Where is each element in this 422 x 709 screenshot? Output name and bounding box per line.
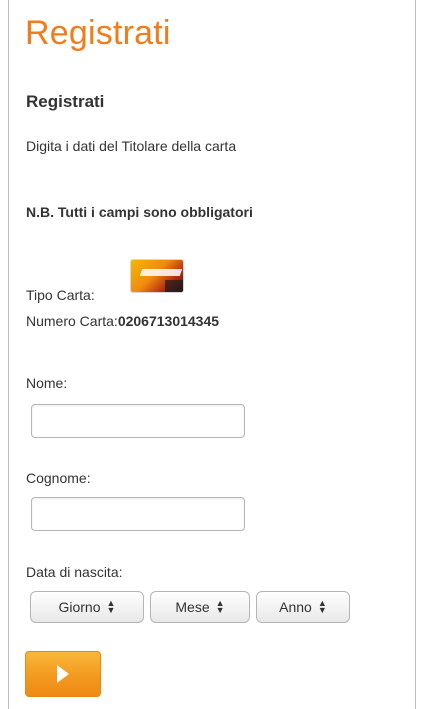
surname-label: Cognome: [26, 470, 91, 486]
select-arrows-icon: ▲ ▼ [317, 598, 327, 615]
card-number-value: 0206713014345 [117, 313, 220, 329]
day-select-value: Giorno [58, 599, 101, 615]
card-image [130, 259, 184, 293]
birthdate-label: Data di nascita: [26, 564, 123, 580]
birthdate-selects: Giorno ▲ ▼ Mese ▲ ▼ Anno ▲ ▼ [30, 591, 370, 623]
card-number-row: Numero Carta:0206713014345 [26, 313, 219, 329]
surname-input[interactable] [31, 497, 245, 531]
page-title: Registrati [25, 14, 171, 52]
month-select-value: Mese [175, 599, 210, 615]
year-select[interactable]: Anno ▲ ▼ [256, 591, 350, 623]
name-input[interactable] [31, 404, 245, 438]
day-select[interactable]: Giorno ▲ ▼ [30, 591, 144, 623]
instructions-text: Digita i dati del Titolare della carta [26, 138, 237, 154]
month-select[interactable]: Mese ▲ ▼ [150, 591, 250, 623]
year-select-value: Anno [279, 599, 312, 615]
play-arrow-icon [57, 665, 69, 683]
section-title: Registrati [26, 92, 105, 111]
submit-button[interactable] [25, 651, 101, 697]
select-arrows-icon: ▲ ▼ [215, 598, 225, 615]
registration-panel: Registrati Registrati Digita i dati del … [8, 0, 416, 709]
select-arrows-icon: ▲ ▼ [106, 598, 116, 615]
name-label: Nome: [26, 375, 68, 391]
card-type-label: Tipo Carta: [26, 287, 95, 303]
required-fields-note: N.B. Tutti i campi sono obbligatori [26, 204, 253, 220]
card-number-label: Numero Carta: [26, 313, 118, 329]
card-corner [165, 280, 183, 292]
card-stripe [139, 269, 183, 276]
card-type-row: Tipo Carta: [26, 259, 326, 305]
